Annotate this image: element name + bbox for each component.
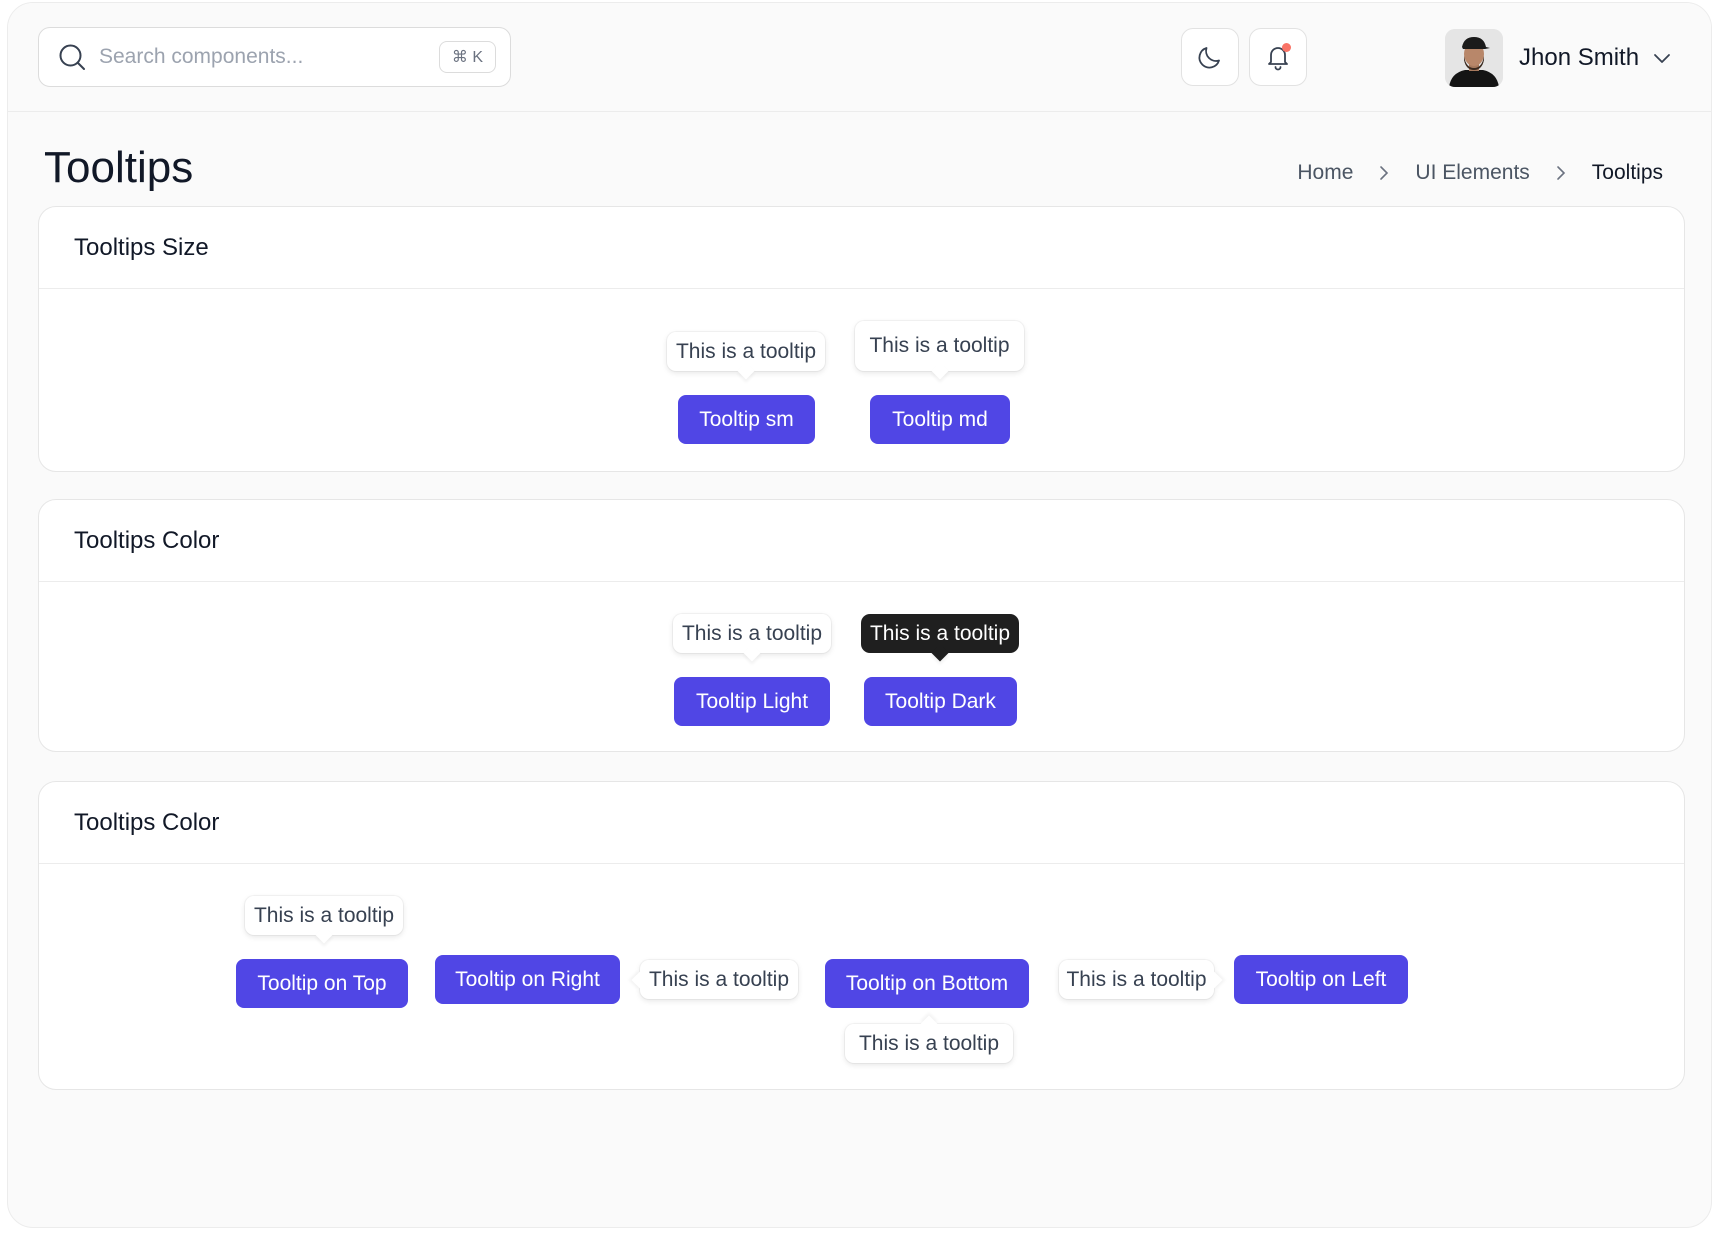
top-header: ⌘ K Jhon S	[8, 3, 1711, 112]
tooltip-left: This is a tooltip	[1059, 960, 1214, 999]
tooltip-on-top-button[interactable]: Tooltip on Top	[236, 959, 408, 1008]
tooltip-light-button[interactable]: Tooltip Light	[674, 677, 830, 726]
tooltip-right: This is a tooltip	[640, 960, 798, 999]
moon-icon	[1198, 47, 1220, 69]
card-title: Tooltips Color	[74, 526, 220, 554]
chevron-right-icon	[1556, 166, 1565, 180]
tooltip-dark: This is a tooltip	[861, 614, 1019, 653]
breadcrumb-home[interactable]: Home	[1297, 161, 1353, 185]
tooltip-on-left-button[interactable]: Tooltip on Left	[1234, 955, 1408, 1004]
tooltip-on-right-button[interactable]: Tooltip on Right	[435, 955, 620, 1004]
card-tooltips-size: Tooltips Size This is a tooltip Tooltip …	[38, 206, 1685, 472]
page-title: Tooltips	[44, 143, 194, 192]
tooltip-top: This is a tooltip	[245, 896, 403, 935]
user-photo-icon	[1445, 29, 1503, 87]
tooltip-light: This is a tooltip	[673, 614, 831, 653]
chevron-right-icon	[1380, 166, 1389, 180]
breadcrumb-current: Tooltips	[1591, 161, 1663, 184]
avatar	[1445, 29, 1503, 87]
breadcrumb-ui-elements[interactable]: UI Elements	[1415, 161, 1529, 185]
notifications-button[interactable]	[1249, 28, 1307, 86]
chevron-down-icon	[1654, 54, 1670, 63]
search-box[interactable]: ⌘ K	[38, 27, 511, 87]
card-tooltips-color: Tooltips Color This is a tooltip Tooltip…	[38, 499, 1685, 752]
notification-dot	[1282, 43, 1291, 52]
tooltip-on-bottom-button[interactable]: Tooltip on Bottom	[825, 959, 1029, 1008]
tooltip-sm: This is a tooltip	[667, 332, 825, 371]
search-input[interactable]	[99, 45, 439, 69]
card-tooltips-placement: Tooltips Color This is a tooltip Tooltip…	[38, 781, 1685, 1090]
tooltip-md-button[interactable]: Tooltip md	[870, 395, 1010, 444]
user-name: Jhon Smith	[1519, 44, 1640, 71]
tooltip-md: This is a tooltip	[855, 321, 1024, 371]
card-title: Tooltips Color	[74, 808, 220, 836]
keyboard-shortcut-badge: ⌘ K	[438, 41, 496, 73]
app-frame: ⌘ K Jhon S	[7, 2, 1712, 1228]
search-icon	[59, 44, 85, 70]
tooltip-dark-button[interactable]: Tooltip Dark	[864, 677, 1017, 726]
tooltip-bottom: This is a tooltip	[845, 1024, 1013, 1063]
breadcrumb: Home UI Elements Tooltips	[1297, 161, 1663, 185]
card-header: Tooltips Color	[39, 782, 1684, 864]
user-menu[interactable]: Jhon Smith	[1445, 28, 1673, 88]
card-header: Tooltips Color	[39, 500, 1684, 582]
theme-toggle-button[interactable]	[1181, 28, 1239, 86]
card-title: Tooltips Size	[74, 233, 209, 261]
card-header: Tooltips Size	[39, 207, 1684, 289]
tooltip-sm-button[interactable]: Tooltip sm	[678, 395, 815, 444]
